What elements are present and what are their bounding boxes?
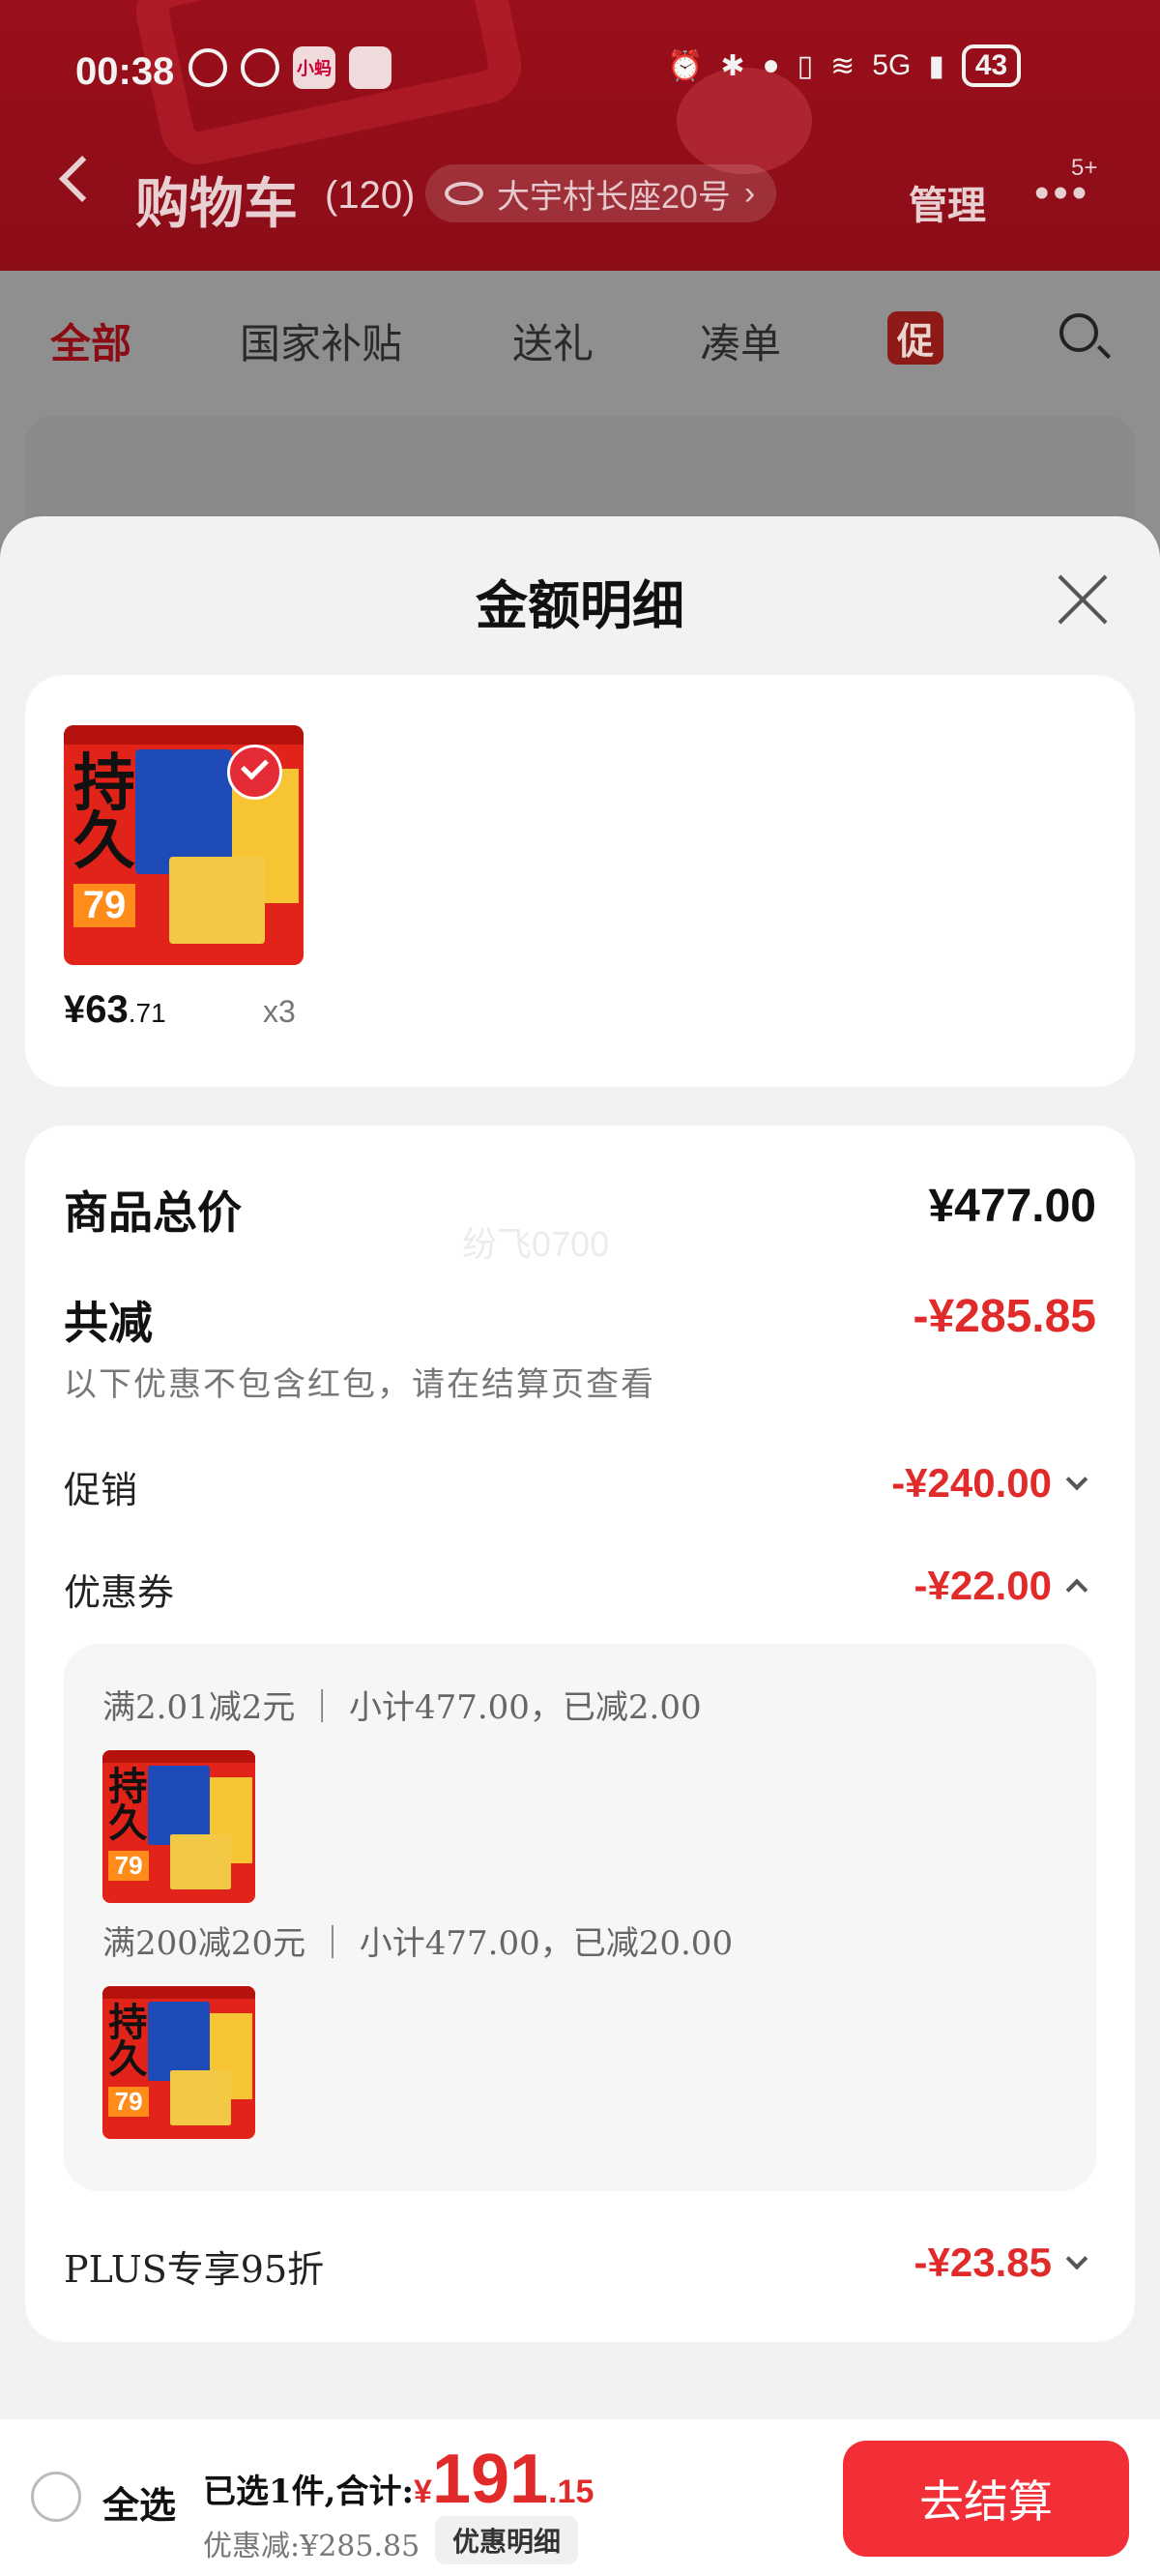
- select-all-label[interactable]: 全选: [102, 2475, 176, 2529]
- more-icon[interactable]: •••: [1034, 172, 1090, 215]
- reduce-label: 共减: [64, 1297, 153, 1349]
- wifi-icon: ≋: [830, 49, 856, 82]
- status-notification-icons: 小蚂: [188, 46, 392, 89]
- cart-header: 00:38 小蚂 ⏰ ✱ ● ▯ ≋ 5G ▮ 43 购物车 (120) 大宇村…: [0, 0, 1160, 271]
- product-image-price: 79: [72, 883, 136, 927]
- promo-value: -¥240.00: [891, 1460, 1052, 1506]
- coupon-detail-box: 满2.01减2元 ｜ 小计477.00，已减2.00 持久 79 满200减20…: [64, 1644, 1096, 2191]
- bluetooth-icon: ✱: [720, 49, 745, 82]
- goods-price: ¥63.71: [64, 988, 166, 1031]
- signal-icon: ▮: [928, 49, 944, 82]
- chevron-right-icon: ›: [743, 174, 756, 212]
- address-selector[interactable]: 大宇村长座20号 ›: [425, 164, 777, 222]
- alarm-icon: ⏰: [667, 49, 704, 82]
- discount-text: 优惠减:¥285.85: [203, 2530, 420, 2563]
- goods-quantity: x3: [263, 994, 296, 1029]
- check-icon: [226, 744, 282, 800]
- eye-icon: [445, 182, 483, 205]
- search-icon[interactable]: [1059, 313, 1098, 352]
- coupon-line: 满200减20元 ｜ 小计477.00，已减20.00: [102, 1924, 734, 1963]
- address-text: 大宇村长座20号: [497, 178, 731, 216]
- discount-detail-button[interactable]: 优惠明细: [435, 2516, 579, 2564]
- coupon-value-row[interactable]: -¥22.00: [914, 1563, 1088, 1609]
- product-image-text: 持久: [72, 747, 135, 876]
- status-bar: 00:38 小蚂 ⏰ ✱ ● ▯ ≋ 5G ▮ 43: [0, 0, 1160, 145]
- status-system-icons: ⏰ ✱ ● ▯ ≋ 5G ▮ 43: [667, 44, 1022, 87]
- app-badge-icon: 小蚂: [293, 46, 335, 89]
- close-icon[interactable]: [1056, 572, 1110, 627]
- network-label: 5G: [872, 49, 912, 81]
- total-price: ¥191.15: [414, 2441, 594, 2518]
- selected-text: 已选1件,合计:: [203, 2473, 415, 2511]
- goods-card: 持久 79 ¥63.71 x3: [25, 675, 1135, 1087]
- select-all-radio[interactable]: [31, 2472, 81, 2522]
- chevron-down-icon: [1065, 1468, 1088, 1491]
- status-time: 00:38: [75, 50, 175, 93]
- plus-value: -¥23.85: [914, 2239, 1052, 2285]
- coupon-line: 满2.01减2元 ｜ 小计477.00，已减2.00: [102, 1688, 702, 1727]
- coupon-label: 优惠券: [64, 1571, 175, 1614]
- watermark: 纷飞0700: [462, 1224, 610, 1264]
- total-label: 商品总价: [64, 1186, 242, 1239]
- coupon-product-image[interactable]: 持久 79: [102, 1986, 255, 2139]
- chevron-down-icon: [1065, 2247, 1088, 2270]
- amount-detail-sheet: 金额明细 持久 79 ¥63.71 x3 纷飞0700 商品总价 ¥477.00…: [0, 516, 1160, 2419]
- tab-all[interactable]: 全部: [50, 311, 131, 370]
- back-icon[interactable]: [58, 155, 106, 203]
- promo-value-row[interactable]: -¥240.00: [891, 1460, 1088, 1507]
- vibrate-icon: ▯: [797, 49, 814, 82]
- location-icon: ●: [762, 49, 780, 81]
- reduce-value: -¥285.85: [913, 1291, 1097, 1342]
- battery-icon: 43: [961, 44, 1022, 87]
- plus-label: PLUS专享95折: [64, 2248, 325, 2291]
- price-detail-card: 纷飞0700 商品总价 ¥477.00 共减 -¥285.85 以下优惠不包含红…: [25, 1126, 1135, 2342]
- cart-count: (120): [325, 174, 416, 217]
- tab-promo[interactable]: 促: [887, 311, 944, 365]
- plus-value-row[interactable]: -¥23.85: [914, 2239, 1088, 2286]
- checkout-bar: 全选 已选1件,合计: ¥191.15 优惠减:¥285.85 优惠明细 去结算: [0, 2419, 1160, 2576]
- reduce-note: 以下优惠不包含红包，请在结算页查看: [64, 1365, 655, 1404]
- summary-line: 已选1件,合计: ¥191.15: [203, 2441, 594, 2518]
- page-title: 购物车: [135, 172, 298, 236]
- tab-gift[interactable]: 送礼: [512, 311, 594, 370]
- tab-national-subsidy[interactable]: 国家补贴: [240, 311, 402, 370]
- total-value: ¥477.00: [928, 1181, 1096, 1232]
- chevron-up-icon: [1065, 1578, 1088, 1601]
- eye-status-icon: [188, 48, 227, 87]
- calendar-icon: [349, 46, 392, 89]
- coupon-product-image[interactable]: 持久 79: [102, 1750, 255, 1903]
- tab-bundle[interactable]: 凑单: [700, 311, 781, 370]
- product-image[interactable]: 持久 79: [64, 725, 304, 965]
- checkout-button[interactable]: 去结算: [843, 2441, 1129, 2557]
- sheet-title: 金额明细: [476, 574, 684, 636]
- promo-label: 促销: [64, 1469, 138, 1511]
- coupon-value: -¥22.00: [914, 1563, 1052, 1608]
- more-badge: 5+: [1071, 155, 1098, 181]
- manage-button[interactable]: 管理: [909, 174, 986, 230]
- wechat-icon: [241, 48, 279, 87]
